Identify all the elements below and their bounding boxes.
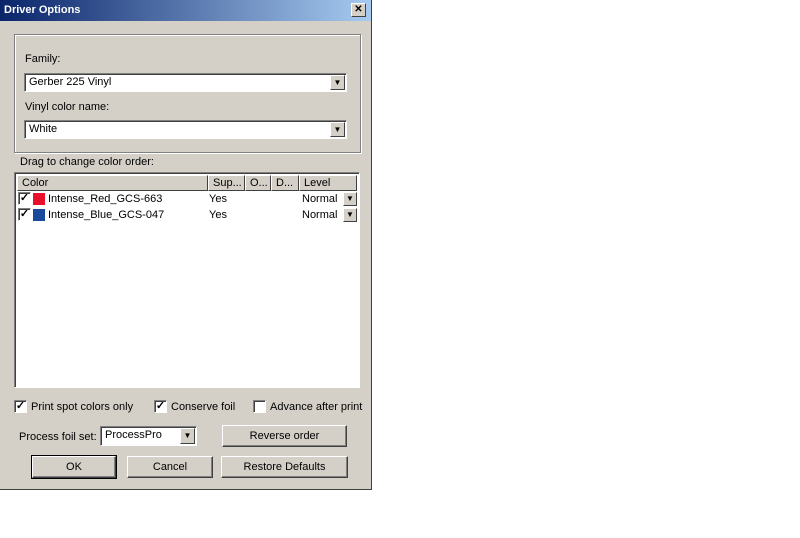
check-icon: ✓	[19, 192, 30, 204]
conserve-foil-checkbox[interactable]: ✓	[154, 400, 167, 413]
column-header-color[interactable]: Color	[17, 175, 208, 191]
column-header-support[interactable]: Sup...	[208, 175, 245, 191]
table-row[interactable]: ✓ Intense_Red_GCS-663 Yes Normal ▼	[17, 191, 357, 207]
row-checkbox[interactable]: ✓	[18, 192, 31, 205]
print-spot-label[interactable]: Print spot colors only	[31, 401, 133, 413]
chevron-down-icon[interactable]: ▼	[343, 208, 357, 222]
color-swatch	[33, 193, 45, 205]
column-header-d[interactable]: D...	[271, 175, 299, 191]
cancel-button[interactable]: Cancel	[127, 456, 213, 478]
check-icon: ✓	[19, 208, 30, 220]
conserve-foil-label[interactable]: Conserve foil	[171, 401, 235, 413]
check-icon: ✓	[15, 400, 26, 412]
column-header-o[interactable]: O...	[245, 175, 271, 191]
column-header-level[interactable]: Level	[299, 175, 357, 191]
row-checkbox[interactable]: ✓	[18, 208, 31, 221]
vinyl-color-label: Vinyl color name:	[25, 101, 110, 113]
advance-after-print-label[interactable]: Advance after print	[270, 401, 362, 413]
vinyl-color-value: White	[29, 123, 58, 135]
chevron-down-icon[interactable]: ▼	[330, 75, 345, 90]
ok-button[interactable]: OK	[31, 455, 117, 479]
level-value[interactable]: Normal	[302, 207, 337, 223]
process-foil-label: Process foil set:	[19, 431, 97, 443]
color-name: Intense_Blue_GCS-047	[48, 209, 165, 221]
process-foil-value: ProcessPro	[105, 429, 162, 441]
close-icon: ✕	[354, 4, 363, 15]
chevron-down-icon[interactable]: ▼	[180, 428, 195, 444]
advance-after-print-checkbox[interactable]	[253, 400, 266, 413]
reverse-order-button[interactable]: Reverse order	[222, 425, 347, 447]
chevron-down-icon[interactable]: ▼	[343, 192, 357, 206]
print-spot-checkbox[interactable]: ✓	[14, 400, 27, 413]
family-label: Family:	[25, 53, 61, 65]
family-select[interactable]: Gerber 225 Vinyl ▼	[24, 73, 347, 92]
level-value[interactable]: Normal	[302, 191, 337, 207]
close-button[interactable]: ✕	[351, 3, 366, 17]
title-bar[interactable]: Driver Options ✕	[0, 0, 371, 21]
table-row[interactable]: ✓ Intense_Blue_GCS-047 Yes Normal ▼	[17, 207, 357, 223]
support-value: Yes	[209, 209, 227, 221]
support-value: Yes	[209, 193, 227, 205]
vinyl-color-select[interactable]: White ▼	[24, 120, 347, 139]
restore-defaults-button[interactable]: Restore Defaults	[221, 456, 348, 478]
process-foil-select[interactable]: ProcessPro ▼	[100, 426, 197, 446]
color-name: Intense_Red_GCS-663	[48, 193, 163, 205]
color-list[interactable]: Color Sup... O... D... Level ✓ Intense_R…	[14, 172, 360, 388]
check-icon: ✓	[155, 400, 166, 412]
chevron-down-icon[interactable]: ▼	[330, 122, 345, 137]
family-value: Gerber 225 Vinyl	[29, 76, 112, 88]
window-title: Driver Options	[4, 4, 81, 16]
color-swatch	[33, 209, 45, 221]
color-order-caption: Drag to change color order:	[20, 156, 154, 168]
driver-options-dialog: Driver Options ✕ Family: Gerber 225 Viny…	[0, 0, 372, 490]
